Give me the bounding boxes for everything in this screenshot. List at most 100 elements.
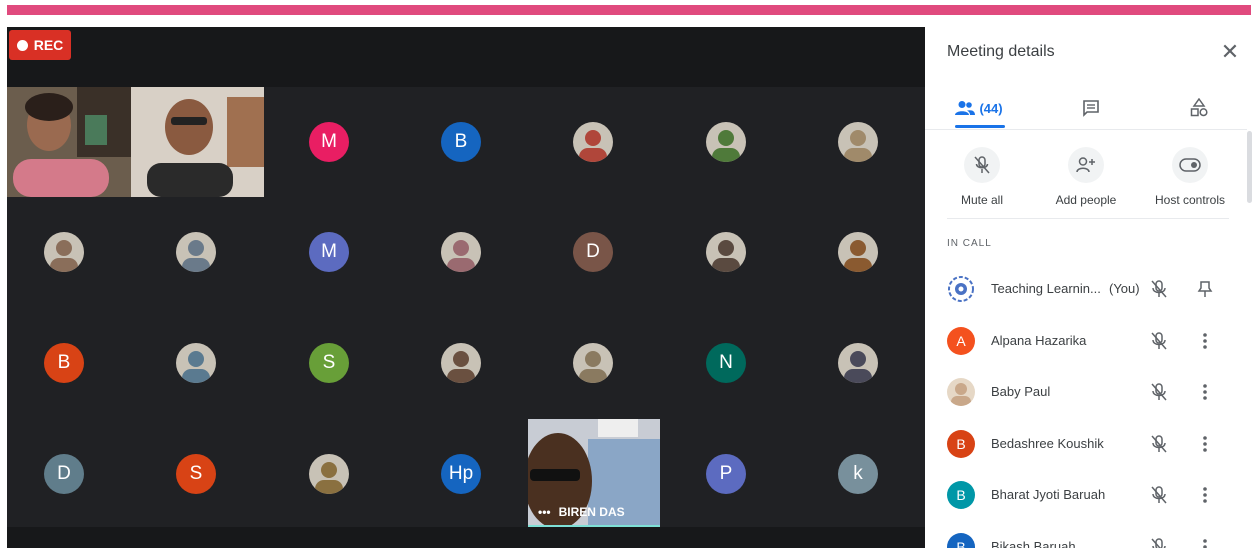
- profile-photo: [838, 343, 878, 383]
- mic-off-indicator[interactable]: [1149, 537, 1169, 548]
- profile-photo: [947, 378, 975, 406]
- participant-photo[interactable]: [706, 122, 746, 162]
- participant-name-label: ••• BIREN DAS: [538, 505, 625, 519]
- mic-off-indicator[interactable]: [1149, 485, 1169, 505]
- mic-off-icon: [1151, 486, 1167, 504]
- participant-row[interactable]: Baby Paul: [925, 366, 1247, 418]
- panel-scrollbar[interactable]: [1247, 131, 1252, 203]
- profile-photo: [44, 232, 84, 272]
- you-tag: (You): [1109, 281, 1140, 296]
- mute-all-button[interactable]: Mute all: [932, 147, 1032, 207]
- mute-all-label: Mute all: [960, 193, 1004, 207]
- chat-icon: [1083, 100, 1099, 117]
- tab-chat[interactable]: [1071, 87, 1111, 129]
- tab-people[interactable]: (44): [949, 87, 1009, 129]
- add-person-icon: [1076, 157, 1095, 173]
- participant-avatar[interactable]: k: [838, 454, 878, 494]
- participant-row[interactable]: B Bharat Jyoti Baruah: [925, 469, 1247, 521]
- more-options-button[interactable]: [1195, 434, 1215, 454]
- more-options-button[interactable]: [1195, 331, 1215, 351]
- host-controls-button[interactable]: Host controls: [1140, 147, 1240, 207]
- participant-photo[interactable]: [838, 122, 878, 162]
- participant-avatar[interactable]: P: [706, 454, 746, 494]
- toggle-icon: [1179, 158, 1201, 172]
- pin-button[interactable]: [1195, 279, 1215, 299]
- more-vertical-icon: [1203, 435, 1207, 452]
- avatar-initial: k: [853, 463, 863, 484]
- participant-photo[interactable]: [838, 232, 878, 272]
- participant-avatar[interactable]: S: [176, 454, 216, 494]
- video-tile-biren-das[interactable]: ••• BIREN DAS: [528, 419, 660, 529]
- mic-off-indicator[interactable]: [1149, 382, 1169, 402]
- more-vertical-icon: [1203, 538, 1207, 548]
- avatar-initial: B: [956, 538, 966, 548]
- shapes-icon: [1190, 98, 1208, 117]
- participant-avatar: [947, 378, 975, 406]
- participant-avatar: B: [947, 429, 975, 458]
- tab-activities[interactable]: [1179, 87, 1219, 129]
- video-tile-two-people[interactable]: [7, 87, 264, 197]
- profile-photo: [441, 232, 481, 272]
- active-tab-indicator: [955, 125, 1005, 128]
- host-controls-label: Host controls: [1154, 193, 1226, 207]
- add-people-circle: [1068, 147, 1104, 183]
- stage-footer: [7, 527, 925, 548]
- avatar-initial: S: [189, 463, 203, 484]
- participant-avatar[interactable]: D: [573, 232, 613, 272]
- mic-off-indicator[interactable]: [1149, 434, 1169, 454]
- participant-avatar[interactable]: B: [441, 122, 481, 162]
- avatar-initial: S: [322, 352, 336, 373]
- participant-photo[interactable]: [573, 122, 613, 162]
- profile-photo: [706, 232, 746, 272]
- participant-photo[interactable]: [441, 232, 481, 272]
- mic-off-indicator[interactable]: [1149, 331, 1169, 351]
- participant-photo[interactable]: [309, 454, 349, 494]
- participant-row[interactable]: B Bikash Baruah: [925, 521, 1247, 548]
- participant-photo[interactable]: [573, 343, 613, 383]
- participant-row[interactable]: A Alpana Hazarika: [925, 315, 1247, 367]
- participant-avatar[interactable]: M: [309, 232, 349, 272]
- close-icon[interactable]: ✕: [1219, 41, 1241, 63]
- participant-row[interactable]: B Bedashree Koushik: [925, 418, 1247, 470]
- participant-avatar[interactable]: Hp: [441, 454, 481, 494]
- profile-photo: [176, 343, 216, 383]
- tabs-divider: [925, 129, 1247, 130]
- panel-title: Meeting details: [947, 43, 1055, 60]
- avatar-initial: Hp: [448, 463, 474, 484]
- avatar-initial: B: [57, 352, 71, 373]
- video-stage: REC ••• BIREN DAS M B M D B S N D S Hp P…: [7, 27, 925, 548]
- more-dots-icon[interactable]: •••: [538, 505, 551, 519]
- more-options-button[interactable]: [1195, 382, 1215, 402]
- participant-avatar[interactable]: B: [44, 343, 84, 383]
- people-count: (44): [979, 100, 1003, 116]
- participant-avatar[interactable]: N: [706, 343, 746, 383]
- panel-tabs: (44): [925, 87, 1247, 129]
- participant-row[interactable]: Teaching Learnin... (You): [925, 263, 1247, 315]
- participant-avatar: A: [947, 326, 975, 355]
- participant-photo[interactable]: [441, 343, 481, 383]
- avatar-initial: P: [719, 463, 733, 484]
- avatar-initial: B: [956, 487, 966, 503]
- more-options-button[interactable]: [1195, 537, 1215, 548]
- add-people-button[interactable]: Add people: [1036, 147, 1136, 207]
- participant-avatar[interactable]: D: [44, 454, 84, 494]
- avatar-initial: A: [956, 332, 966, 349]
- participant-photo[interactable]: [176, 343, 216, 383]
- meeting-details-panel: Meeting details ✕ (44) Mute all Add peop…: [925, 27, 1253, 548]
- participant-photo[interactable]: [176, 232, 216, 272]
- participant-name: Baby Paul: [991, 384, 1051, 399]
- participant-avatar[interactable]: S: [309, 343, 349, 383]
- video-feed: [7, 87, 264, 197]
- more-options-button[interactable]: [1195, 485, 1215, 505]
- participant-name: Alpana Hazarika: [991, 332, 1087, 348]
- recording-label: REC: [33, 37, 64, 53]
- participant-avatar[interactable]: M: [309, 122, 349, 162]
- mic-off-indicator[interactable]: [1149, 279, 1169, 299]
- participant-photo[interactable]: [838, 343, 878, 383]
- record-dot-icon: [16, 39, 28, 51]
- mute-all-circle: [964, 147, 1000, 183]
- participant-photo[interactable]: [44, 232, 84, 272]
- meet-window: REC ••• BIREN DAS M B M D B S N D S Hp P…: [0, 0, 1253, 548]
- avatar-initial: N: [719, 352, 733, 373]
- participant-photo[interactable]: [706, 232, 746, 272]
